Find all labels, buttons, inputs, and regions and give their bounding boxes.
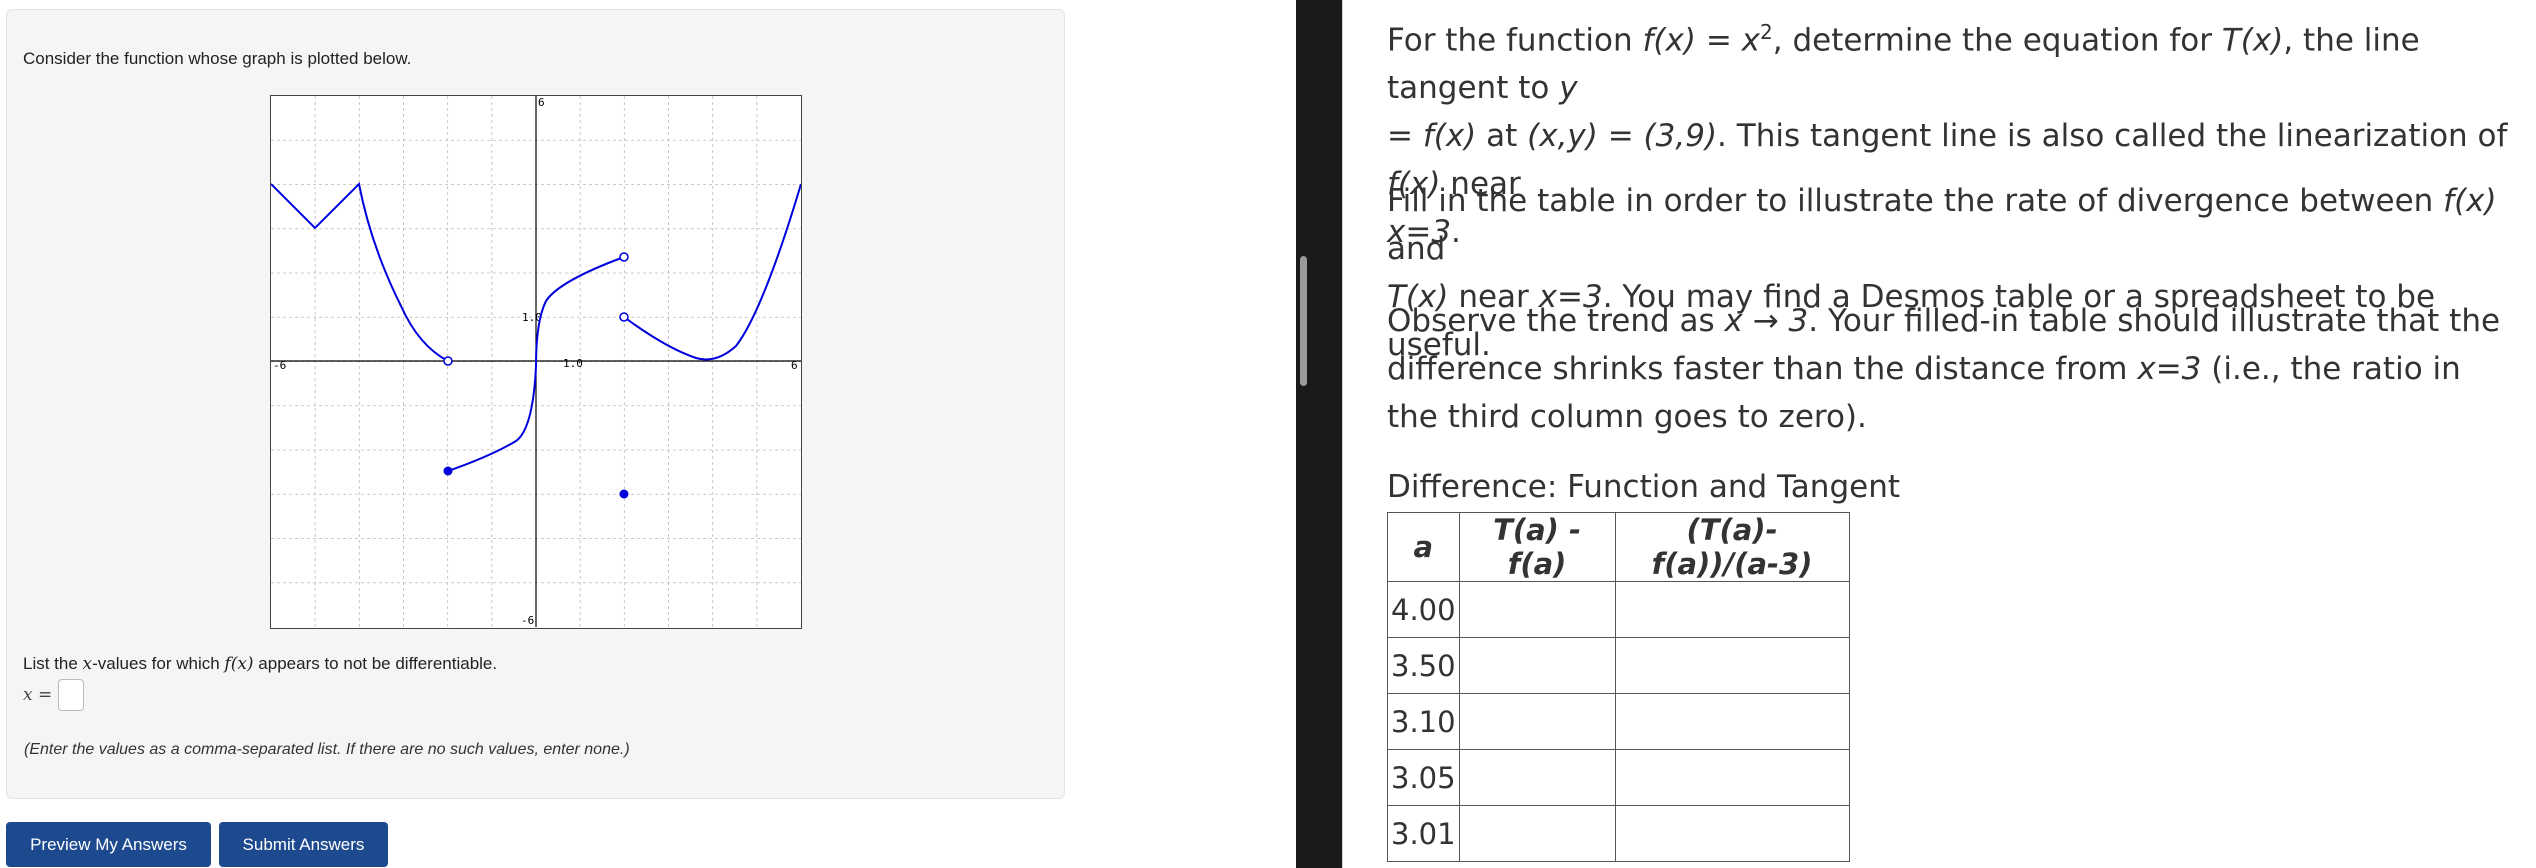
function-graph: -6 6 6 -6 1.0 1.0 [270, 95, 802, 629]
cell-a: 3.50 [1387, 637, 1460, 694]
preview-answers-button[interactable]: Preview My Answers [6, 822, 211, 867]
closed-point [443, 466, 453, 476]
answer-input[interactable] [58, 679, 85, 711]
cell-difference-input[interactable] [1458, 749, 1616, 806]
open-point [443, 356, 453, 366]
submit-answers-button[interactable]: Submit Answers [219, 822, 388, 867]
intro-text: Consider the function whose graph is plo… [23, 49, 412, 68]
cell-difference-input[interactable] [1458, 693, 1616, 750]
curve-lower-piece [447, 365, 537, 472]
closed-point [619, 489, 629, 499]
column-header-ratio: (T(a)-f(a))/(a-3) [1614, 512, 1850, 582]
table-row: 3.10 [1387, 693, 1850, 750]
cell-difference-input[interactable] [1458, 581, 1616, 638]
cell-a: 3.10 [1387, 693, 1460, 750]
table-title: Difference: Function and Tangent [1387, 469, 1900, 505]
trend-instructions: Observe the trend as x → 3. Your filled-… [1387, 303, 2501, 435]
cell-a: 4.00 [1387, 581, 1460, 638]
difference-table: a T(a) - f(a) (T(a)-f(a))/(a-3) 4.00 3.5… [1387, 512, 1850, 862]
pane-divider [1296, 0, 1342, 868]
column-header-a: a [1387, 512, 1460, 582]
column-header-difference: T(a) - f(a) [1458, 512, 1616, 582]
cell-difference-input[interactable] [1458, 637, 1616, 694]
x-max-tick: 6 [791, 359, 798, 372]
cell-ratio-input[interactable] [1614, 693, 1850, 750]
hint-text: (Enter the values as a comma-separated l… [24, 741, 630, 758]
table-row: 3.05 [1387, 749, 1850, 806]
table-row: 3.01 [1387, 805, 1850, 862]
table-row: 4.00 [1387, 581, 1850, 638]
open-point [619, 312, 629, 322]
cell-difference-input[interactable] [1458, 805, 1616, 862]
cell-ratio-input[interactable] [1614, 805, 1850, 862]
x-unit-tick: 1.0 [563, 357, 583, 370]
y-min-tick: -6 [521, 614, 534, 627]
open-point [619, 252, 629, 262]
cell-a: 3.01 [1387, 805, 1460, 862]
cell-ratio-input[interactable] [1614, 749, 1850, 806]
answer-row: x = [23, 677, 85, 713]
cell-ratio-input[interactable] [1614, 581, 1850, 638]
right-pane: For the function f(x) = x2, determine th… [1343, 0, 2536, 868]
cell-a: 3.05 [1387, 749, 1460, 806]
cell-ratio-input[interactable] [1614, 637, 1850, 694]
left-pane: Consider the function whose graph is plo… [0, 0, 1296, 868]
scroll-handle[interactable] [1300, 256, 1307, 386]
x-min-tick: -6 [273, 359, 286, 372]
question-text: List the x-values for which f(x) appears… [23, 654, 498, 674]
answer-label: x = [23, 685, 53, 705]
y-max-tick: 6 [538, 96, 545, 109]
table-row: 3.50 [1387, 637, 1850, 694]
